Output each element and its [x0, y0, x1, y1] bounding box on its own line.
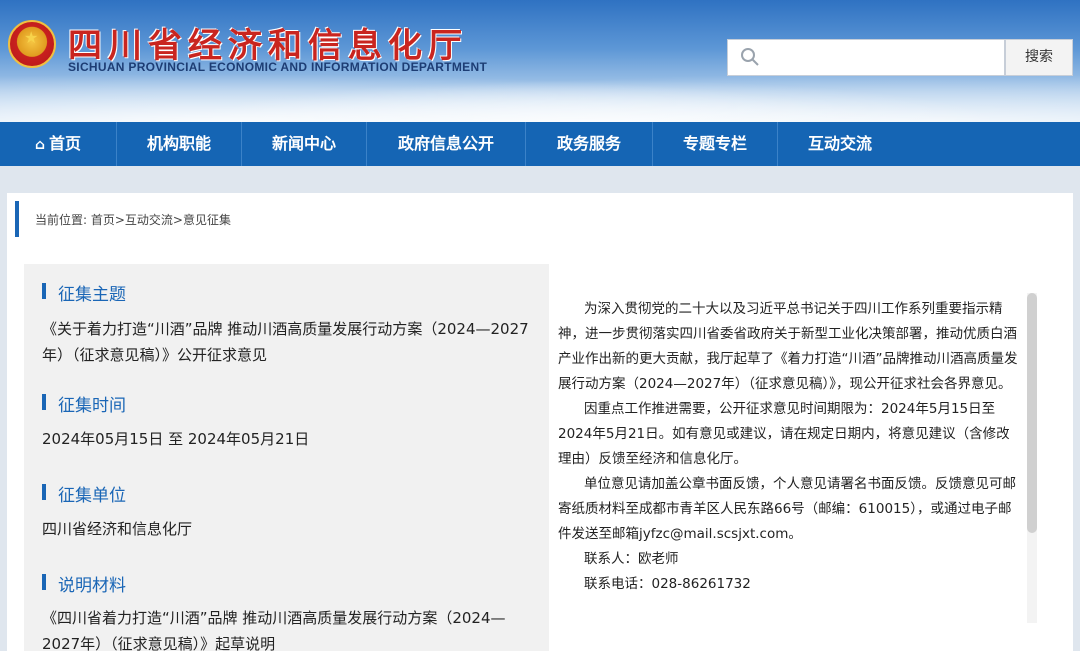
info-panel: 征集主题 《关于着力打造“川酒”品牌 推动川酒高质量发展行动方案（2024—20…	[24, 264, 549, 651]
announcement-text: 为深入贯彻党的二十大以及习近平总书记关于四川工作系列重要指示精神，进一步贯彻落实…	[558, 297, 1018, 597]
site-header: ★ 四川省经济和信息化厅 SICHUAN PROVINCIAL ECONOMIC…	[0, 0, 1080, 122]
search-input[interactable]	[768, 44, 998, 72]
nav-item-topics[interactable]: 专题专栏	[653, 122, 777, 166]
nav-item-services[interactable]: 政务服务	[526, 122, 652, 166]
main-nav: ⌂ 首页 机构职能 新闻中心 政府信息公开 政务服务 专题专栏 互动交流	[0, 122, 1080, 166]
search-button[interactable]: 搜索	[1005, 39, 1073, 76]
national-emblem-logo: ★	[8, 20, 56, 68]
paragraph: 为深入贯彻党的二十大以及习近平总书记关于四川工作系列重要指示精神，进一步贯彻落实…	[558, 301, 1018, 392]
content-card: 当前位置: 首页>互动交流>意见征集 征集主题 《关于着力打造“川酒”品牌 推动…	[7, 193, 1073, 651]
scrollbar-thumb[interactable]	[1027, 293, 1037, 533]
section-title-materials: 说明材料	[42, 571, 126, 596]
nav-item-label: 首页	[49, 134, 82, 153]
section-body-materials[interactable]: 《四川省着力打造“川酒”品牌 推动川酒高质量发展行动方案（2024—2027年）…	[42, 605, 542, 651]
section-title-unit: 征集单位	[42, 481, 126, 506]
search-box[interactable]	[727, 39, 1005, 76]
contact-person: 联系人：欧老师	[584, 551, 679, 567]
paragraph: 因重点工作推进需要，公开征求意见时间期限为：2024年5月15日至2024年5月…	[558, 401, 1010, 467]
search-icon	[741, 48, 759, 66]
nav-item-interaction[interactable]: 互动交流	[778, 122, 902, 166]
star-icon: ★	[24, 28, 39, 47]
section-title-topic: 征集主题	[42, 280, 126, 305]
section-body-time: 2024年05月15日 至 2024年05月21日	[42, 430, 310, 448]
nav-item-organization[interactable]: 机构职能	[117, 122, 241, 166]
breadcrumb: 当前位置: 首页>互动交流>意见征集	[35, 213, 231, 227]
paragraph: 单位意见请加盖公章书面反馈，个人意见请署名书面反馈。反馈意见可邮寄纸质材料至成都…	[558, 476, 1016, 542]
nav-item-news[interactable]: 新闻中心	[242, 122, 366, 166]
section-body-topic: 《关于着力打造“川酒”品牌 推动川酒高质量发展行动方案（2024—2027年）（…	[42, 320, 529, 364]
home-icon: ⌂	[34, 137, 45, 153]
section-body-unit: 四川省经济和信息化厅	[42, 520, 193, 538]
contact-phone: 联系电话：028-86261732	[584, 576, 751, 592]
breadcrumb-accent-bar	[15, 201, 19, 237]
section-title-time: 征集时间	[42, 391, 126, 416]
site-subtitle: SICHUAN PROVINCIAL ECONOMIC AND INFORMAT…	[68, 60, 488, 74]
nav-item-home[interactable]: ⌂ 首页	[0, 122, 116, 166]
nav-item-gov-info[interactable]: 政府信息公开	[367, 122, 525, 166]
